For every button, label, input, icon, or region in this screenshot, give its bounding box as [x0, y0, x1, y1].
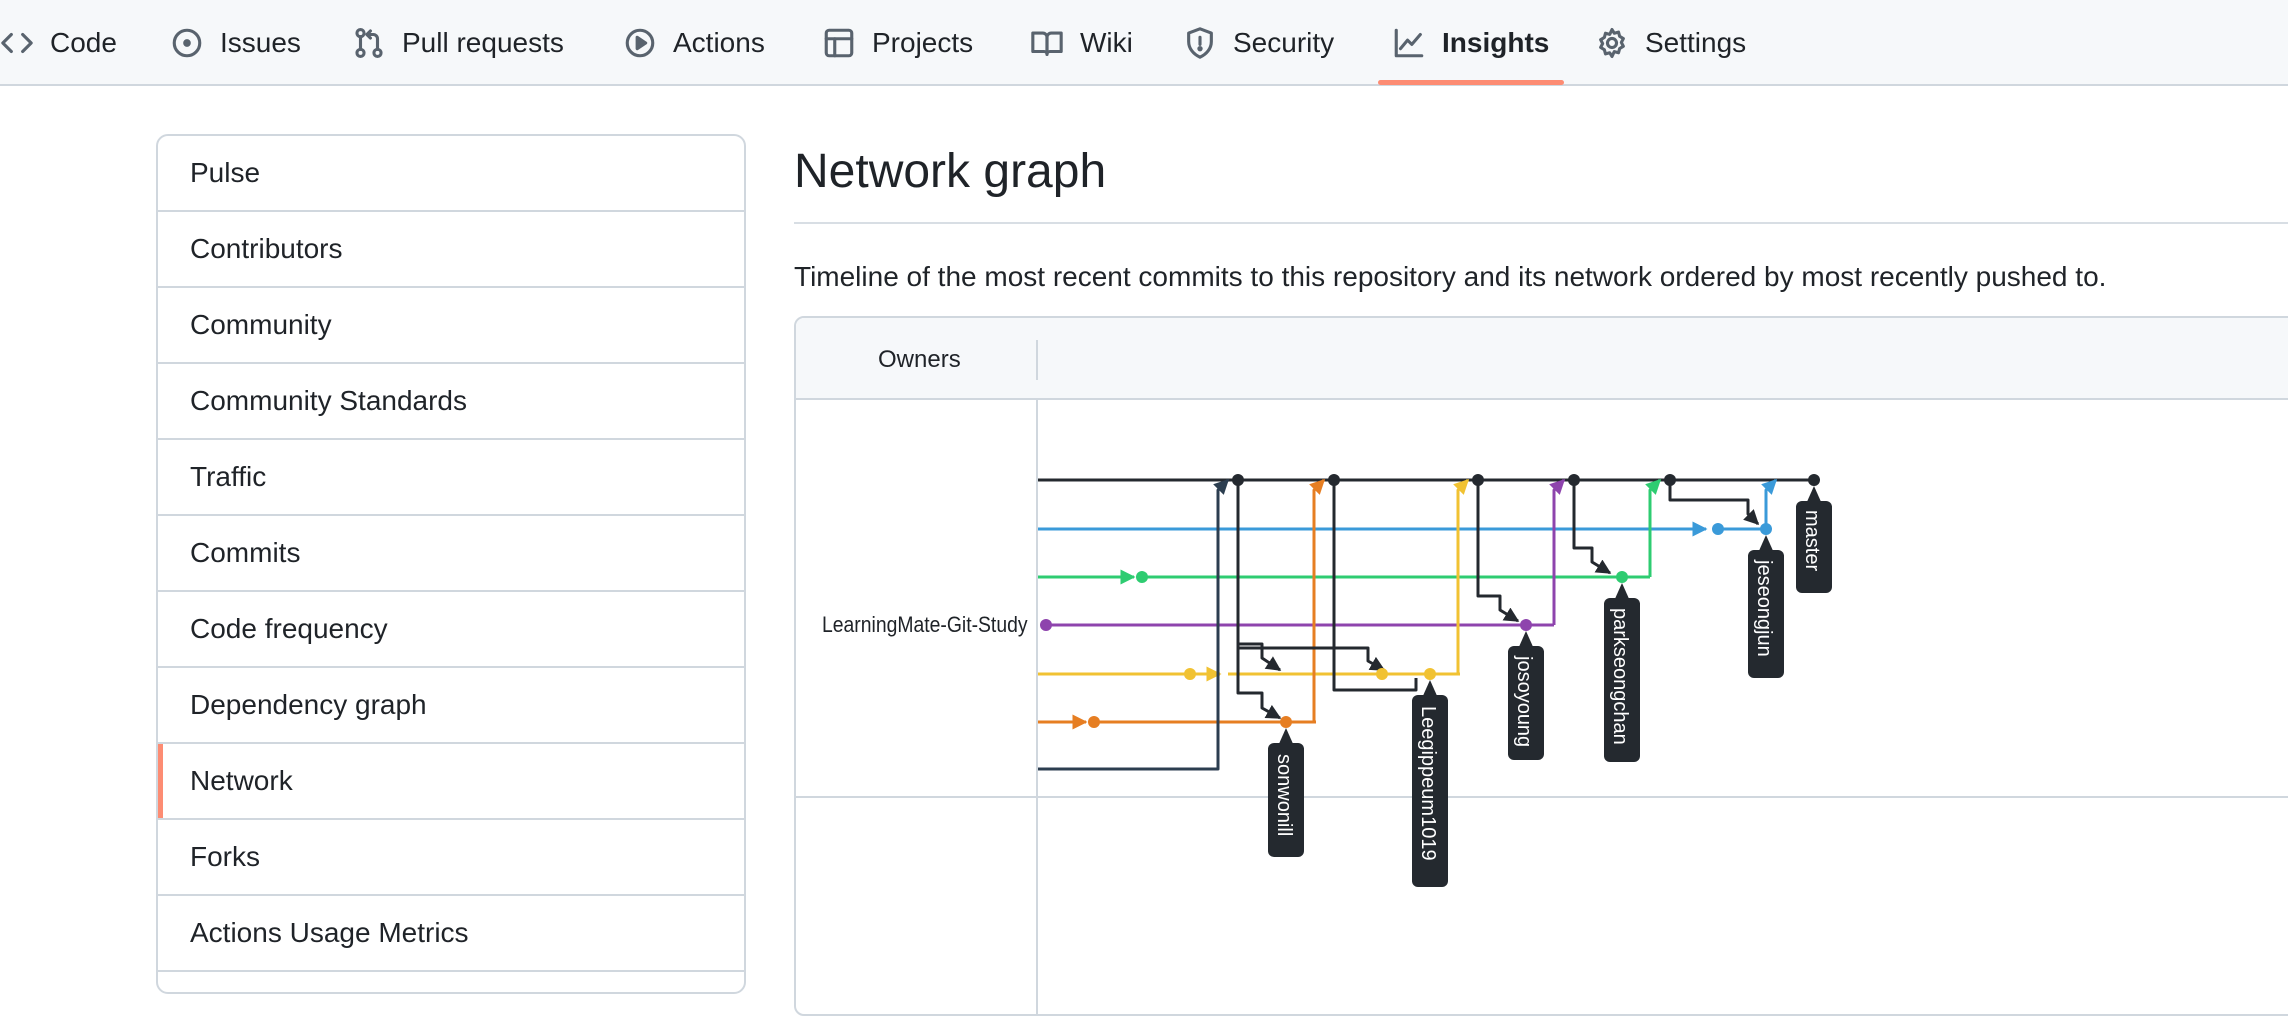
- fork-line-3: [1476, 480, 1520, 623]
- sidebar-item-traffic[interactable]: Traffic: [158, 440, 744, 516]
- tab-pull-requests[interactable]: Pull requests: [352, 0, 564, 86]
- branch-label-text: jeseongjun: [1753, 559, 1775, 657]
- sidebar-item-forks[interactable]: Forks: [158, 820, 744, 896]
- network-graph[interactable]: sonwonill Leegippeum1019 josoyoung parks…: [796, 318, 2288, 1016]
- commit-dot[interactable]: [1088, 716, 1100, 728]
- tab-settings-label: Settings: [1645, 27, 1747, 58]
- tab-wiki[interactable]: Wiki: [1030, 0, 1133, 86]
- merge-line-blue: [1761, 478, 1778, 529]
- commit-dot[interactable]: [1760, 523, 1772, 535]
- repo-nav: Code Issues Pull requests Actions Projec…: [0, 0, 2288, 86]
- fork-line-2b: [1238, 646, 1386, 672]
- tab-code-label: Code: [50, 27, 117, 58]
- sidebar-item-contributors[interactable]: Contributors: [158, 212, 744, 288]
- branch-label-text: sonwonill: [1273, 754, 1295, 836]
- commit-dot[interactable]: [1568, 474, 1580, 486]
- commit-dot[interactable]: [1184, 668, 1196, 680]
- commit-dot[interactable]: [1616, 571, 1628, 583]
- title-divider: [794, 222, 2288, 224]
- shield-icon: [1183, 26, 1217, 60]
- sidebar-item-community[interactable]: Community: [158, 288, 744, 364]
- sidebar-item-dependency-graph[interactable]: Dependency graph: [158, 668, 744, 744]
- branch-label-leegippeum1019[interactable]: Leegippeum1019: [1412, 680, 1448, 887]
- code-icon: [0, 26, 34, 60]
- git-pull-request-icon: [352, 26, 386, 60]
- commit-dot[interactable]: [1664, 474, 1676, 486]
- commit-dot[interactable]: [1280, 716, 1292, 728]
- branch-label-text: master: [1801, 510, 1823, 571]
- branch-labels: sonwonill Leegippeum1019 josoyoung parks…: [1268, 486, 1832, 887]
- insights-sidebar: Pulse Contributors Community Community S…: [156, 134, 746, 994]
- sidebar-item-commits[interactable]: Commits: [158, 516, 744, 592]
- tab-issues[interactable]: Issues: [170, 0, 301, 86]
- tab-projects[interactable]: Projects: [822, 0, 973, 86]
- branch-label-jeseongjun[interactable]: jeseongjun: [1748, 535, 1784, 678]
- fork-line-4: [1572, 480, 1612, 575]
- commit-dot[interactable]: [1808, 474, 1820, 486]
- commit-dot[interactable]: [1328, 474, 1340, 486]
- commit-dot[interactable]: [1520, 619, 1532, 631]
- tab-insights-label: Insights: [1442, 27, 1550, 58]
- branch-label-text: josoyoung: [1513, 655, 1535, 747]
- tab-actions-label: Actions: [673, 27, 765, 58]
- commit-dot[interactable]: [1712, 523, 1724, 535]
- play-icon: [623, 26, 657, 60]
- active-tab-indicator: [1378, 80, 1564, 85]
- tab-actions[interactable]: Actions: [623, 0, 765, 86]
- book-icon: [1030, 26, 1064, 60]
- sidebar-item-actions-usage-metrics[interactable]: Actions Usage Metrics: [158, 896, 744, 972]
- commit-dot[interactable]: [1040, 619, 1052, 631]
- merge-line-orange: [1309, 478, 1326, 724]
- commit-dot[interactable]: [1472, 474, 1484, 486]
- sidebar-item-pulse[interactable]: Pulse: [158, 136, 744, 212]
- graph-icon: [1392, 26, 1426, 60]
- tab-security[interactable]: Security: [1183, 0, 1334, 86]
- commit-dot[interactable]: [1376, 668, 1388, 680]
- table-icon: [822, 26, 856, 60]
- tab-settings[interactable]: Settings: [1595, 0, 1746, 86]
- page-title: Network graph: [794, 145, 1107, 198]
- issue-opened-icon: [170, 26, 204, 60]
- tab-insights[interactable]: Insights: [1392, 0, 1549, 86]
- fork-line-2: [1332, 480, 1418, 692]
- network-graph-panel[interactable]: Owners LearningMate-Git-Study sonwonill …: [794, 316, 2288, 1016]
- commit-dot[interactable]: [1424, 668, 1436, 680]
- branch-label-master[interactable]: master: [1796, 486, 1832, 593]
- tab-code[interactable]: Code: [0, 0, 117, 86]
- branch-label-text: Leegippeum1019: [1417, 706, 1439, 861]
- branch-label-text: parkseongchan: [1609, 608, 1631, 745]
- branch-label-parkseongchan[interactable]: parkseongchan: [1604, 583, 1640, 762]
- fork-line-5: [1668, 480, 1760, 526]
- page-description: Timeline of the most recent commits to t…: [794, 261, 2107, 292]
- tab-pull-requests-label: Pull requests: [402, 27, 564, 58]
- fork-line-1b: [1236, 480, 1282, 720]
- sidebar-item-community-standards[interactable]: Community Standards: [158, 364, 744, 440]
- tab-projects-label: Projects: [872, 27, 974, 58]
- fork-line-1: [1236, 480, 1282, 672]
- tab-issues-label: Issues: [220, 27, 301, 58]
- commit-dot[interactable]: [1136, 571, 1148, 583]
- tab-wiki-label: Wiki: [1080, 27, 1133, 58]
- sidebar-item-network[interactable]: Network: [158, 744, 744, 820]
- sidebar-item-code-frequency[interactable]: Code frequency: [158, 592, 744, 668]
- merge-line-purple: [1549, 478, 1566, 625]
- commit-dot[interactable]: [1232, 474, 1244, 486]
- branch-label-sonwonill[interactable]: sonwonill: [1268, 728, 1304, 857]
- branch-label-josoyoung[interactable]: josoyoung: [1508, 631, 1544, 760]
- tab-security-label: Security: [1233, 27, 1335, 58]
- gear-icon: [1595, 26, 1629, 60]
